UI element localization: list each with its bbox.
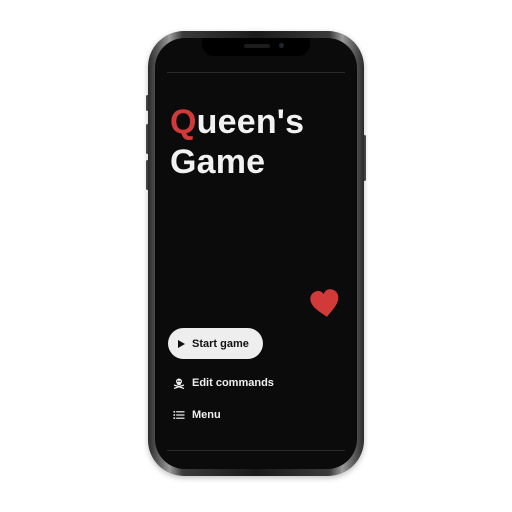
start-game-label: Start game bbox=[192, 337, 249, 350]
list-icon bbox=[173, 409, 185, 421]
title-line1-rest: ueen's bbox=[196, 103, 305, 141]
app-screen: Queen's Game Start game Edit commands Me… bbox=[155, 38, 357, 469]
bottom-divider bbox=[167, 450, 345, 451]
skull-crossbones-icon bbox=[173, 377, 185, 389]
edit-commands-label: Edit commands bbox=[192, 377, 274, 389]
front-camera bbox=[279, 43, 284, 48]
speaker-grille bbox=[244, 44, 270, 48]
menu-label: Menu bbox=[192, 409, 221, 421]
start-game-button[interactable]: Start game bbox=[168, 328, 263, 359]
device-mockup: Queen's Game Start game Edit commands Me… bbox=[0, 0, 512, 512]
title-accent-letter: Q bbox=[170, 103, 197, 141]
app-title: Queen's Game bbox=[170, 102, 304, 182]
title-line2: Game bbox=[170, 143, 266, 181]
edit-commands-button[interactable]: Edit commands bbox=[173, 377, 274, 389]
top-divider bbox=[167, 72, 345, 73]
heart-icon bbox=[310, 289, 339, 317]
menu-button[interactable]: Menu bbox=[173, 409, 221, 421]
notch bbox=[202, 38, 310, 56]
play-icon bbox=[178, 339, 185, 348]
